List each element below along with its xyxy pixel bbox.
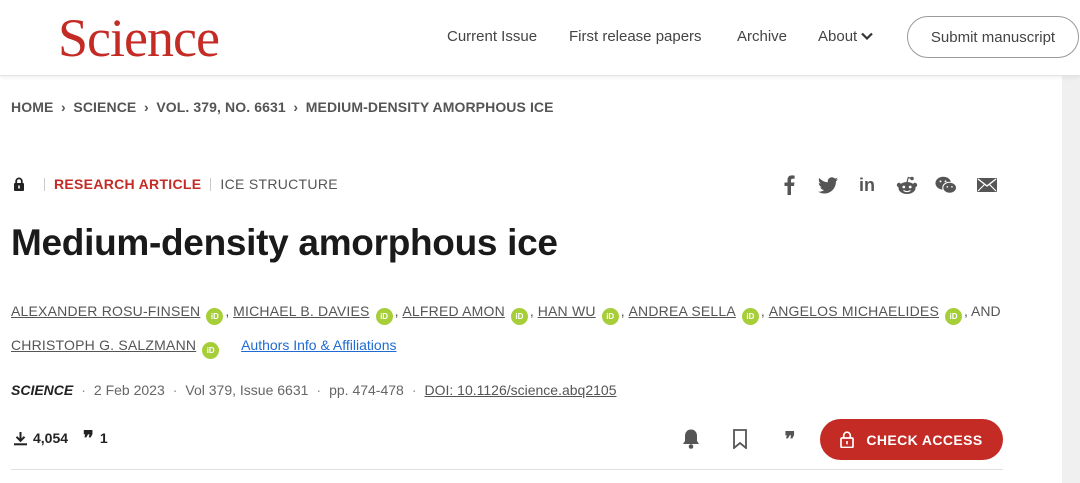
article-type[interactable]: RESEARCH ARTICLE <box>54 176 201 192</box>
check-access-label: CHECK ACCESS <box>866 431 983 448</box>
nav-current-issue[interactable]: Current Issue <box>447 28 537 45</box>
article-type-row: RESEARCH ARTICLE ICE STRUCTURE <box>13 176 338 192</box>
submit-manuscript-button[interactable]: Submit manuscript <box>907 16 1079 58</box>
citation-count: 1 <box>99 430 108 446</box>
author-list: ALEXANDER ROSU-FINSEN iD, MICHAEL B. DAVI… <box>11 294 1011 362</box>
article-title: Medium-density amorphous ice <box>11 222 558 263</box>
volume-issue: Vol 379, Issue 6631 <box>185 382 309 398</box>
email-icon[interactable] <box>976 174 998 196</box>
author-name[interactable]: ALFRED AMON <box>402 303 505 319</box>
site-header: Science Current Issue First release pape… <box>0 0 1080 76</box>
nav-about-label: About <box>818 28 858 45</box>
breadcrumb-home[interactable]: HOME <box>11 99 53 115</box>
author-name[interactable]: HAN WU <box>538 303 596 319</box>
doi-link[interactable]: DOI: 10.1126/science.abq2105 <box>425 382 617 398</box>
orcid-icon[interactable]: iD <box>202 342 220 359</box>
breadcrumb-volume[interactable]: VOL. 379, NO. 6631 <box>156 99 285 115</box>
linkedin-icon[interactable]: in <box>856 174 878 196</box>
article-topic[interactable]: ICE STRUCTURE <box>220 176 337 192</box>
meta-separator: · <box>316 382 322 398</box>
divider <box>11 469 1003 470</box>
orcid-icon[interactable]: iD <box>601 308 619 325</box>
article-metrics: 4,054 ❞ 1 <box>13 426 108 450</box>
chevron-right-icon: › <box>143 99 149 115</box>
author-name[interactable]: MICHAEL B. DAVIES <box>233 303 369 319</box>
twitter-icon[interactable] <box>817 174 839 196</box>
science-logo[interactable]: Science <box>58 6 220 70</box>
author-name[interactable]: ANDREA SELLA <box>628 303 735 319</box>
chevron-down-icon <box>861 32 873 41</box>
cite-icon[interactable]: ❞ <box>779 427 801 451</box>
unlock-icon <box>840 431 855 448</box>
divider <box>210 177 212 191</box>
bell-icon[interactable] <box>680 428 702 450</box>
meta-separator: · <box>81 382 86 398</box>
nav-about[interactable]: About <box>818 28 874 45</box>
nav-archive[interactable]: Archive <box>737 28 787 45</box>
breadcrumb: HOME › SCIENCE › VOL. 379, NO. 6631 › ME… <box>11 99 554 115</box>
divider <box>44 177 45 191</box>
breadcrumb-science[interactable]: SCIENCE <box>73 99 136 115</box>
author-name[interactable]: ALEXANDER ROSU-FINSEN <box>11 303 200 319</box>
chevron-right-icon: › <box>61 99 66 115</box>
nav-first-release-papers[interactable]: First release papers <box>569 28 702 45</box>
bookmark-icon[interactable] <box>729 428 751 450</box>
breadcrumb-current: MEDIUM-DENSITY AMORPHOUS ICE <box>305 99 554 115</box>
orcid-icon[interactable]: iD <box>741 308 759 325</box>
and-text: , AND <box>964 303 1001 319</box>
check-access-button[interactable]: CHECK ACCESS <box>820 419 1003 460</box>
author-name[interactable]: CHRISTOPH G. SALZMANN <box>11 337 196 353</box>
download-count: 4,054 <box>33 430 69 446</box>
authors-affiliations-link[interactable]: Authors Info & Affiliations <box>241 337 396 353</box>
page-range: pp. 474-478 <box>329 382 404 398</box>
lock-icon <box>14 177 24 191</box>
chevron-right-icon: › <box>293 99 299 115</box>
reddit-icon[interactable] <box>896 174 918 196</box>
orcid-icon[interactable]: iD <box>375 308 393 325</box>
orcid-icon[interactable]: iD <box>945 308 962 325</box>
journal-name[interactable]: SCIENCE <box>11 382 73 398</box>
orcid-icon[interactable]: iD <box>510 308 528 325</box>
meta-separator: · <box>411 382 417 398</box>
right-gutter <box>1062 76 1080 483</box>
publication-date: 2 Feb 2023 <box>93 382 165 398</box>
orcid-icon[interactable]: iD <box>206 308 224 325</box>
facebook-icon[interactable] <box>778 174 800 196</box>
publication-meta: SCIENCE · 2 Feb 2023 · Vol 379, Issue 66… <box>11 382 617 398</box>
meta-separator: · <box>172 382 178 398</box>
wechat-icon[interactable] <box>935 174 957 196</box>
download-icon <box>14 431 27 445</box>
quote-icon: ❞ <box>83 426 94 450</box>
author-name[interactable]: ANGELOS MICHAELIDES <box>769 303 939 319</box>
